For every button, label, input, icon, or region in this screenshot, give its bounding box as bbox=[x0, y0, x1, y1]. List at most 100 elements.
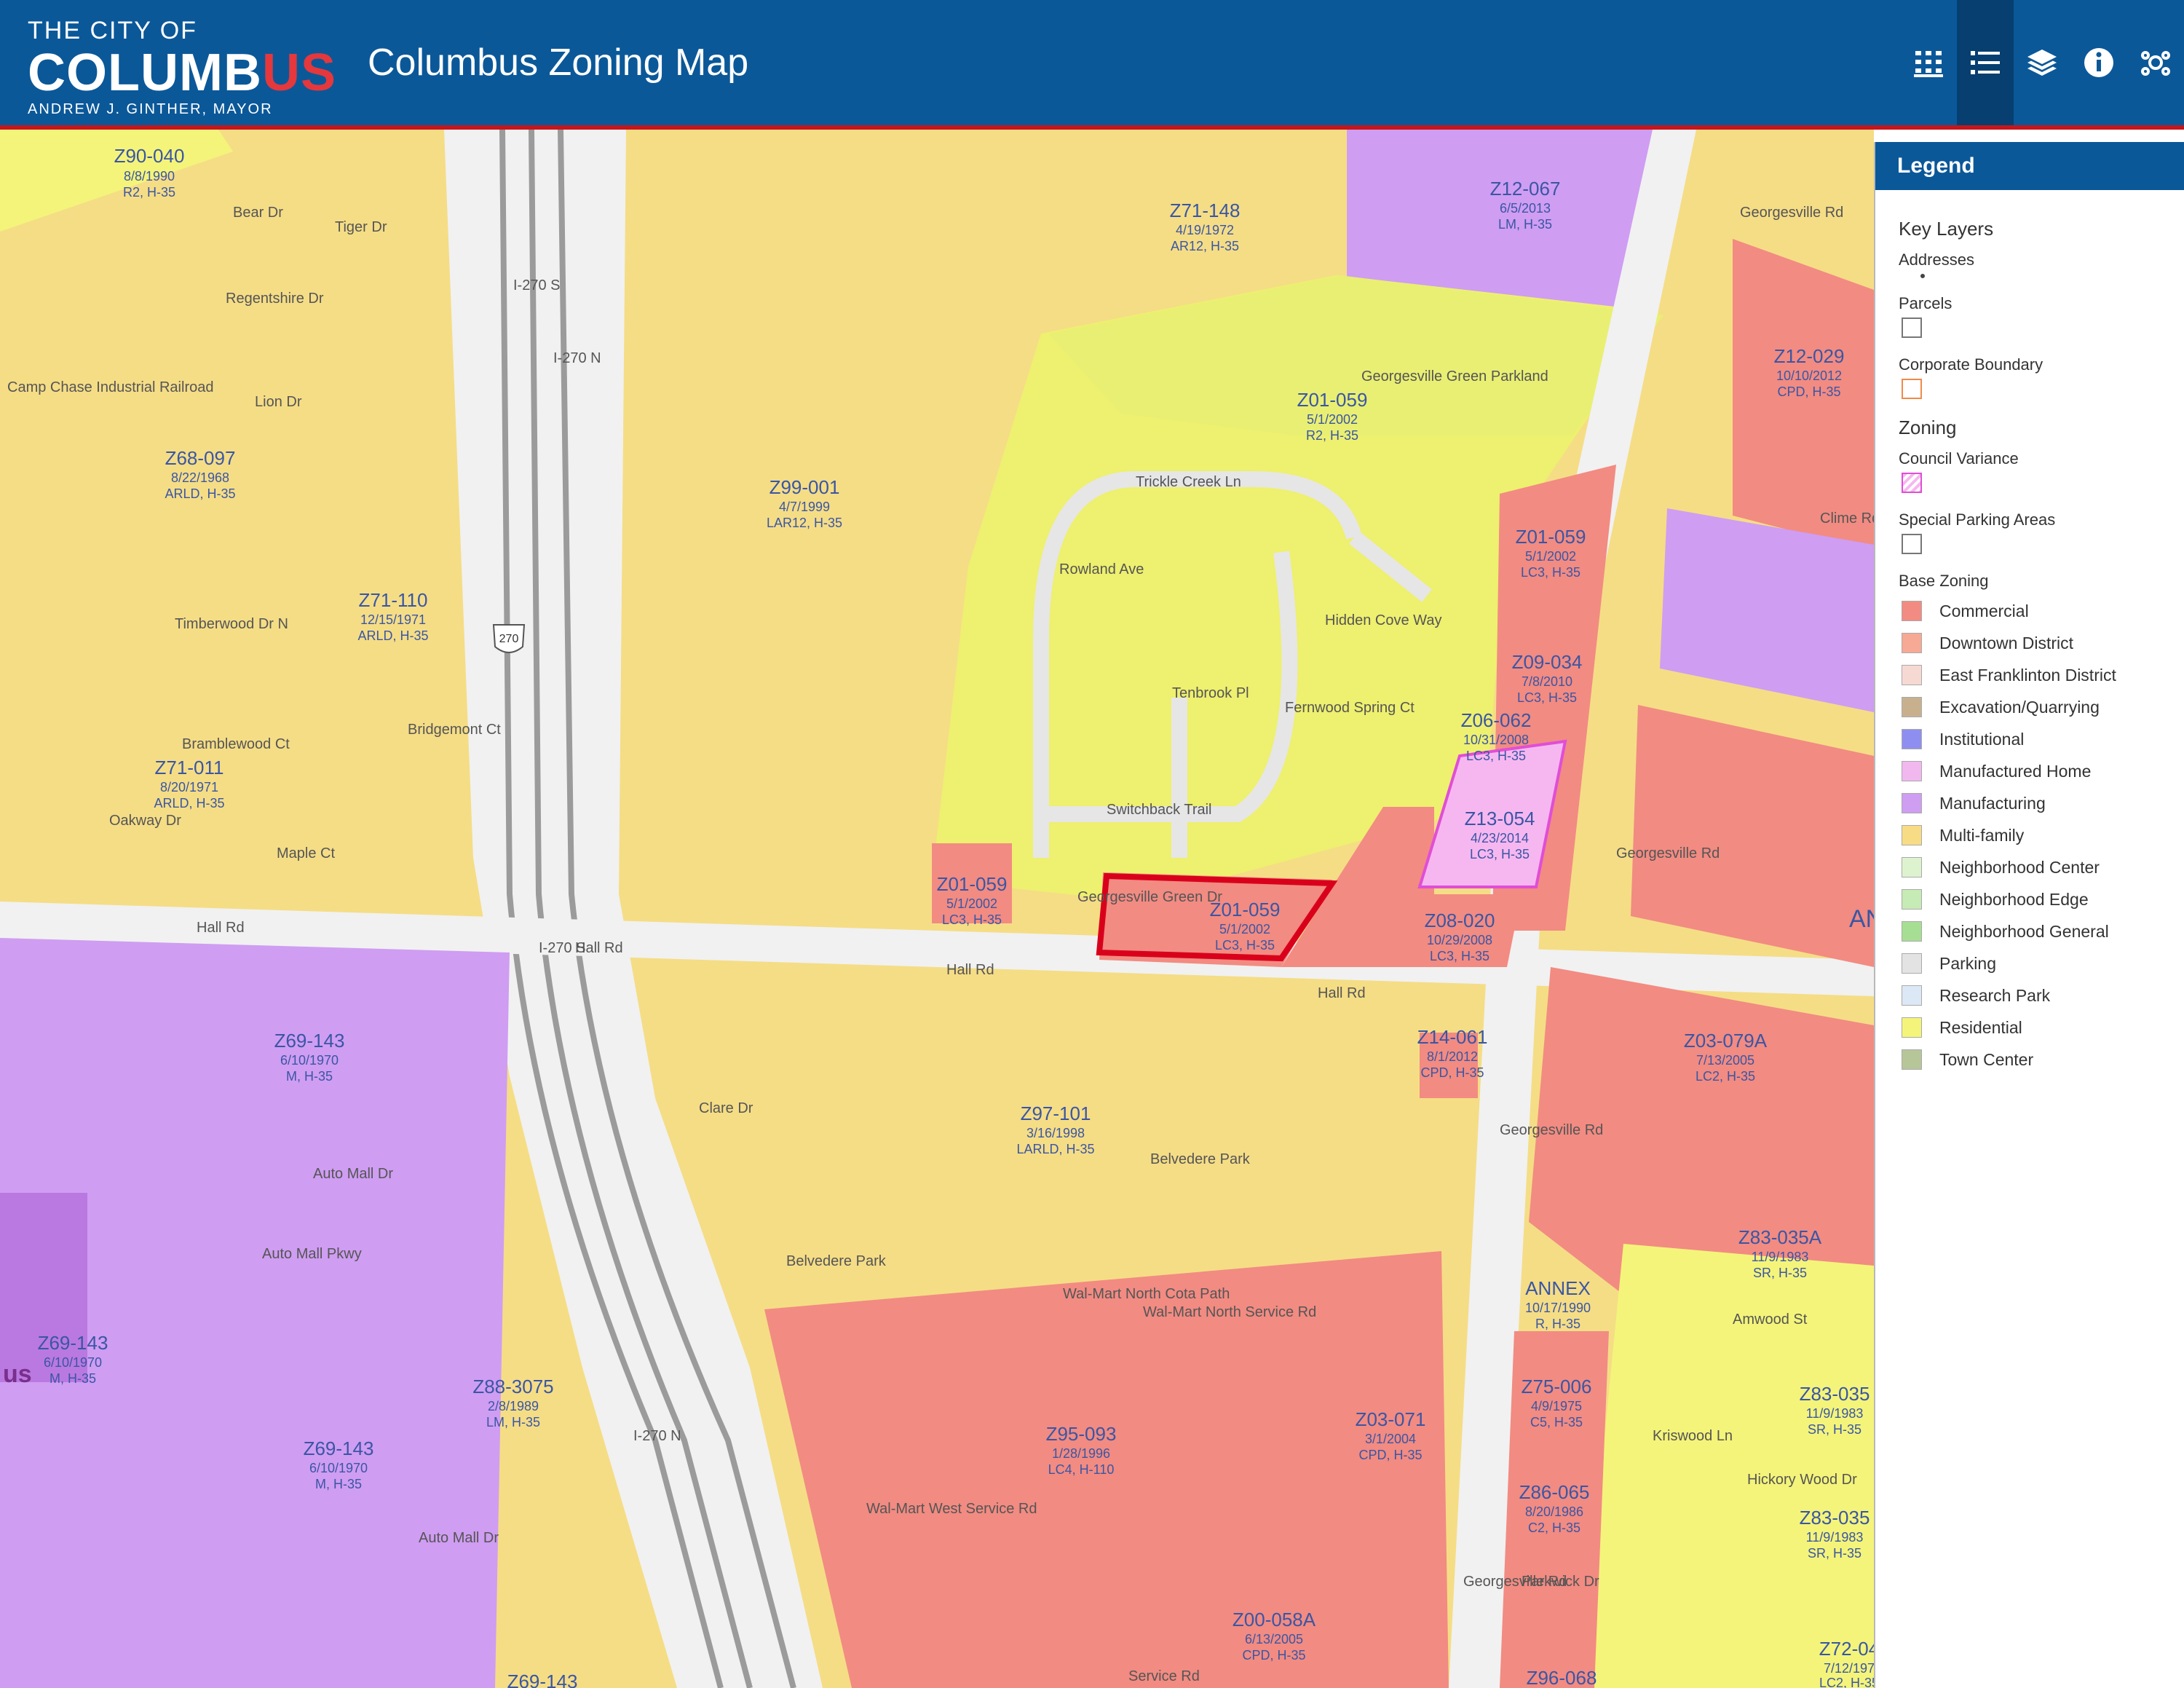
share-icon bbox=[2141, 51, 2170, 76]
street-label: Camp Chase Industrial Railroad bbox=[7, 379, 213, 395]
zone-district: LC4, H-110 bbox=[1048, 1462, 1115, 1477]
legend-swatch bbox=[1902, 665, 1922, 685]
zone-date: 8/20/1971 bbox=[160, 780, 218, 794]
council-variance-symbol bbox=[1902, 473, 1922, 493]
street-label: Rowland Ave bbox=[1059, 561, 1144, 577]
app-header: THE CITY OF COLUMBUS ANDREW J. GINTHER, … bbox=[0, 0, 2184, 130]
app-title: Columbus Zoning Map bbox=[368, 42, 749, 84]
zone-date: 8/8/1990 bbox=[124, 169, 175, 184]
zone-district: C2, H-35 bbox=[1528, 1521, 1580, 1535]
street-label: Georgesville Green Parkland bbox=[1361, 368, 1548, 384]
zone-date: 6/10/1970 bbox=[309, 1461, 368, 1475]
legend-item: Multi-family bbox=[1899, 819, 2184, 851]
zone-district: LC3, H-35 bbox=[1470, 847, 1530, 861]
zone-label: Z13-054 bbox=[1465, 808, 1535, 829]
toolbar bbox=[1900, 0, 2184, 125]
zone-district: ARLD, H-35 bbox=[357, 628, 428, 643]
zone-district: SR, H-35 bbox=[1808, 1422, 1861, 1437]
zone-label: Z83-035 bbox=[1800, 1507, 1870, 1529]
zone-district: CPD, H-35 bbox=[1242, 1648, 1305, 1663]
zone-date: 8/22/1968 bbox=[171, 470, 229, 485]
info-button[interactable] bbox=[2070, 0, 2127, 125]
zone-label: Z12-067 bbox=[1490, 178, 1561, 200]
zone-district: LC3, H-35 bbox=[1517, 690, 1577, 705]
street-label: Trickle Creek Ln bbox=[1136, 474, 1241, 490]
legend-item: Commercial bbox=[1899, 595, 2184, 627]
street-label: Auto Mall Dr bbox=[419, 1530, 499, 1546]
street-label: Switchback Trail bbox=[1107, 802, 1212, 818]
zone-label: Z72-04 bbox=[1819, 1638, 1874, 1660]
zone-district: R2, H-35 bbox=[1306, 428, 1358, 443]
zone-date: 4/19/1972 bbox=[1176, 223, 1234, 237]
zone-date: 5/1/2002 bbox=[946, 896, 997, 911]
street-label: Parkwick Dr bbox=[1522, 1574, 1599, 1590]
zone-date: 7/13/2005 bbox=[1696, 1053, 1754, 1068]
legend-button[interactable] bbox=[1957, 0, 2014, 125]
zone-label: Z69-143 bbox=[274, 1030, 345, 1052]
zone-label: Z86-065 bbox=[1519, 1481, 1590, 1503]
zone-district: AR12, H-35 bbox=[1171, 239, 1239, 253]
zone-district: R, H-35 bbox=[1535, 1317, 1580, 1331]
legend-swatch bbox=[1902, 921, 1922, 942]
zone-date: 6/10/1970 bbox=[280, 1053, 339, 1068]
legend-item-label: East Franklinton District bbox=[1939, 665, 2116, 685]
zone-date: 5/1/2002 bbox=[1525, 549, 1576, 564]
shield-number: 270 bbox=[499, 633, 519, 645]
address-point-symbol bbox=[1920, 274, 1925, 278]
zone-label: Z83-035A bbox=[1738, 1226, 1822, 1248]
zone-label: Z95-093 bbox=[1046, 1423, 1117, 1445]
zone-label: Z71-011 bbox=[155, 757, 224, 778]
legend-item: Excavation/Quarrying bbox=[1899, 691, 2184, 723]
zone-label: Z03-079A bbox=[1684, 1030, 1768, 1052]
zone-date: 11/9/1983 bbox=[1752, 1250, 1809, 1264]
street-label: Belvedere Park bbox=[786, 1253, 887, 1269]
logo-main-text: COLUMBUS bbox=[28, 45, 336, 100]
legend-item: East Franklinton District bbox=[1899, 659, 2184, 691]
zone-district: LC3, H-35 bbox=[1521, 565, 1580, 580]
legend-item-label: Excavation/Quarrying bbox=[1939, 697, 2100, 717]
zone-date: 2/8/1989 bbox=[488, 1399, 539, 1413]
zone-district: LC3, H-35 bbox=[1430, 949, 1489, 963]
legend-swatch bbox=[1902, 729, 1922, 749]
legend-item-label: Research Park bbox=[1939, 985, 2051, 1005]
basemap-gallery-button[interactable] bbox=[1900, 0, 1957, 125]
legend-swatch bbox=[1902, 857, 1922, 877]
legend-swatch bbox=[1902, 985, 1922, 1006]
zone-date: 6/13/2005 bbox=[1245, 1632, 1303, 1646]
zone-date: 10/31/2008 bbox=[1463, 733, 1529, 747]
street-label: Clare Dr bbox=[699, 1100, 753, 1116]
zone-district: LC2, H-35 bbox=[1819, 1676, 1874, 1688]
street-label: Georgesville Rd bbox=[1500, 1122, 1603, 1138]
zone-district: C5, H-35 bbox=[1530, 1415, 1583, 1429]
zone-label: Z97-101 bbox=[1021, 1103, 1091, 1124]
legend-item: Neighborhood General bbox=[1899, 915, 2184, 947]
addresses-label: Addresses bbox=[1899, 251, 1974, 269]
key-layers-heading: Key Layers bbox=[1899, 218, 1994, 240]
zone-date: 6/5/2013 bbox=[1500, 201, 1551, 216]
city-logo[interactable]: THE CITY OF COLUMBUS ANDREW J. GINTHER, … bbox=[28, 16, 336, 118]
zone-label: Z01-059 bbox=[1516, 526, 1586, 548]
zone-label: Z09-034 bbox=[1512, 651, 1583, 673]
legend-panel: Legend Key Layers Addresses Parcels Corp… bbox=[1874, 142, 2184, 1688]
street-label: Regentshire Dr bbox=[226, 291, 324, 307]
zone-date: 3/16/1998 bbox=[1026, 1126, 1085, 1140]
zone-district: ARLD, H-35 bbox=[165, 486, 235, 501]
logo-top-text: THE CITY OF bbox=[28, 17, 197, 44]
map-view[interactable]: Z90-040 Z71-148 Z12-067 Z12-029 Z01-059 … bbox=[0, 130, 1874, 1688]
zone-date: 5/1/2002 bbox=[1307, 412, 1358, 427]
street-label: Auto Mall Pkwy bbox=[262, 1246, 362, 1262]
special-parking-symbol bbox=[1902, 534, 1922, 554]
layers-button[interactable] bbox=[2014, 0, 2070, 125]
legend-swatch bbox=[1902, 825, 1922, 845]
legend-item: Residential bbox=[1899, 1011, 2184, 1044]
legend-item-label: Residential bbox=[1939, 1017, 2022, 1037]
legend-title: Legend bbox=[1875, 142, 2184, 190]
street-label: Amwood St bbox=[1733, 1312, 1808, 1328]
zone-district: LAR12, H-35 bbox=[767, 516, 842, 530]
zoning-map-canvas[interactable]: Z90-040 Z71-148 Z12-067 Z12-029 Z01-059 … bbox=[0, 130, 1874, 1688]
street-label: Tiger Dr bbox=[335, 219, 387, 235]
share-button[interactable] bbox=[2127, 0, 2184, 125]
zone-district: M, H-35 bbox=[286, 1069, 333, 1084]
street-label: Maple Ct bbox=[277, 845, 335, 861]
street-label: Auto Mall Dr bbox=[313, 1166, 393, 1182]
